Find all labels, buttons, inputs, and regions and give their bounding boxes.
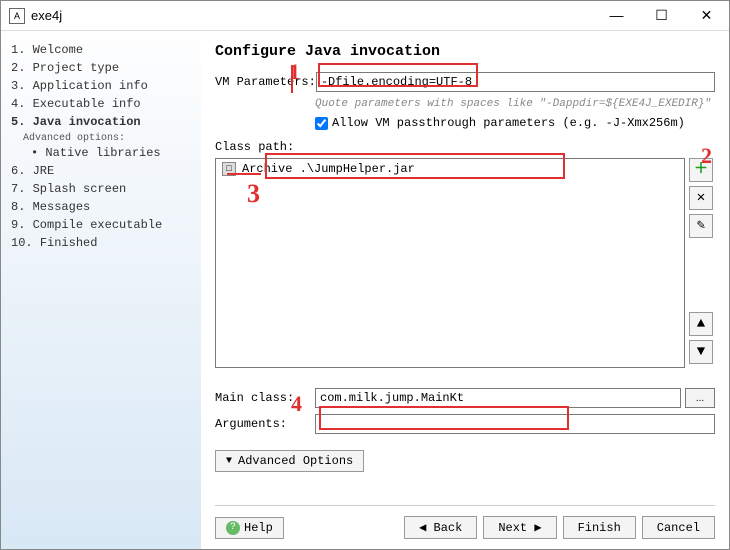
main-class-input[interactable]: [315, 388, 681, 408]
classpath-label: Class path:: [215, 140, 715, 154]
main-panel: Configure Java invocation VM Parameters:…: [201, 31, 729, 549]
maximize-button[interactable]: ☐: [639, 1, 684, 30]
classpath-item-text: Archive .\JumpHelper.jar: [242, 162, 415, 176]
vm-parameters-hint: Quote parameters with spaces like "-Dapp…: [315, 98, 715, 110]
titlebar: A exe4j — ☐ ✕: [1, 1, 729, 31]
help-button[interactable]: ? Help: [215, 517, 284, 539]
sidebar-step-messages[interactable]: 8. Messages: [11, 198, 201, 216]
classpath-add-button[interactable]: ＋: [689, 158, 713, 182]
sidebar-native-libraries[interactable]: • Native libraries: [11, 144, 201, 162]
minimize-button[interactable]: —: [594, 1, 639, 30]
page-title: Configure Java invocation: [215, 43, 715, 60]
classpath-list[interactable]: □ Archive .\JumpHelper.jar: [215, 158, 685, 368]
archive-icon: □: [222, 162, 236, 176]
main-class-browse-button[interactable]: ...: [685, 388, 715, 408]
arguments-input[interactable]: [315, 414, 715, 434]
sidebar-step-welcome[interactable]: 1. Welcome: [11, 41, 201, 59]
sidebar-step-application-info[interactable]: 3. Application info: [11, 77, 201, 95]
sidebar-step-java-invocation[interactable]: 5. Java invocation: [11, 113, 201, 131]
sidebar-step-jre[interactable]: 6. JRE: [11, 162, 201, 180]
app-icon: A: [9, 8, 25, 24]
window-title: exe4j: [31, 8, 594, 23]
sidebar: 1. Welcome 2. Project type 3. Applicatio…: [1, 31, 201, 549]
sidebar-step-executable-info[interactable]: 4. Executable info: [11, 95, 201, 113]
sidebar-step-finished[interactable]: 10. Finished: [11, 234, 201, 252]
next-button[interactable]: Next ▶: [483, 516, 556, 539]
vm-parameters-input[interactable]: [316, 72, 715, 92]
sidebar-step-splash[interactable]: 7. Splash screen: [11, 180, 201, 198]
vm-parameters-label: VM Parameters:: [215, 75, 316, 89]
classpath-item[interactable]: □ Archive .\JumpHelper.jar: [216, 159, 684, 179]
advanced-options-button[interactable]: ▼ Advanced Options: [215, 450, 364, 472]
sidebar-step-project-type[interactable]: 2. Project type: [11, 59, 201, 77]
sidebar-step-compile[interactable]: 9. Compile executable: [11, 216, 201, 234]
cancel-button[interactable]: Cancel: [642, 516, 715, 539]
chevron-down-icon: ▼: [226, 456, 232, 467]
classpath-remove-button[interactable]: ✕: [689, 186, 713, 210]
window-root: A exe4j — ☐ ✕ 1. Welcome 2. Project type…: [0, 0, 730, 550]
passthrough-checkbox[interactable]: [315, 117, 328, 130]
help-icon: ?: [226, 521, 240, 535]
classpath-down-button[interactable]: ▼: [689, 340, 713, 364]
close-button[interactable]: ✕: [684, 1, 729, 30]
passthrough-label: Allow VM passthrough parameters (e.g. -J…: [332, 116, 685, 130]
arguments-label: Arguments:: [215, 417, 315, 431]
finish-button[interactable]: Finish: [563, 516, 636, 539]
classpath-edit-button[interactable]: ✎: [689, 214, 713, 238]
classpath-up-button[interactable]: ▲: [689, 312, 713, 336]
back-button[interactable]: ◀ Back: [404, 516, 477, 539]
sidebar-advanced-label: Advanced options:: [11, 133, 201, 144]
main-class-label: Main class:: [215, 391, 315, 405]
